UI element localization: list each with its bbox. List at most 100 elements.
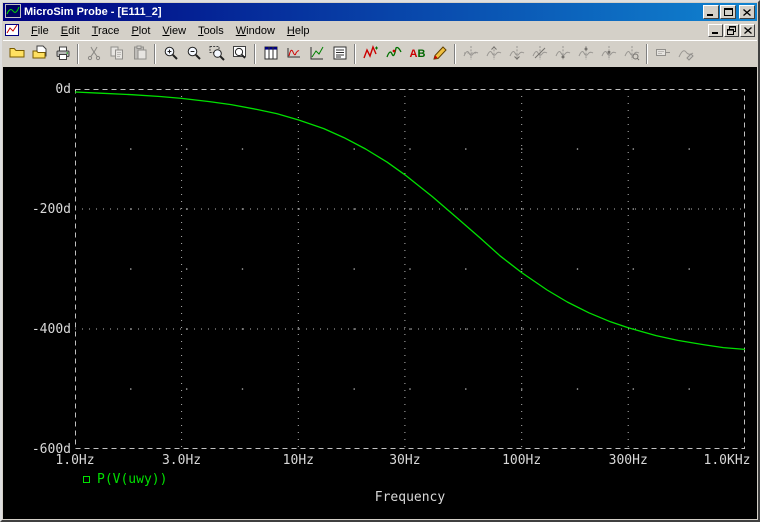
app-window: MicroSim Probe - [E111_2] File Edit Trac…	[0, 0, 760, 522]
columns-icon	[263, 45, 279, 64]
document-icon[interactable]	[5, 24, 22, 38]
open-file-icon	[32, 45, 48, 64]
toolbar-separator	[254, 44, 256, 64]
cursor-peak-icon	[486, 45, 502, 64]
zoom-fit-button[interactable]	[228, 43, 251, 65]
trace-marker-icon	[83, 476, 90, 483]
paste-button	[128, 43, 151, 65]
pencil-icon	[432, 45, 448, 64]
plot-client: P(V(uwy)) Frequency 0d -200d -400d -600d 1.0…	[3, 67, 757, 519]
menu-bar: File Edit Trace Plot View Tools Window H…	[3, 21, 757, 40]
open-file-button[interactable]	[28, 43, 51, 65]
x-tick-label: 3.0Hz	[161, 453, 202, 468]
menu-view[interactable]: View	[156, 23, 192, 39]
x-tick-label: 30Hz	[389, 453, 421, 468]
data-list-button[interactable]	[328, 43, 351, 65]
zoom-out-button[interactable]	[182, 43, 205, 65]
mdi-minimize-icon	[711, 32, 718, 34]
mark-voltage-button	[674, 43, 697, 65]
menu-edit[interactable]: Edit	[55, 23, 86, 39]
cursor-min-button	[551, 43, 574, 65]
text-label-button[interactable]: AB	[405, 43, 428, 65]
cursor-slope-icon	[532, 45, 548, 64]
mdi-minimize-button[interactable]	[708, 24, 723, 37]
cursor-peak-button	[482, 43, 505, 65]
cut-button	[82, 43, 105, 65]
zoom-in-button[interactable]	[159, 43, 182, 65]
menu-tools[interactable]: Tools	[192, 23, 230, 39]
toolbar-separator	[354, 44, 356, 64]
cursor-point-icon	[601, 45, 617, 64]
plot-columns-button[interactable]	[259, 43, 282, 65]
svg-text:A: A	[409, 48, 417, 60]
cursor-search-icon	[624, 45, 640, 64]
zoom-area-button[interactable]	[205, 43, 228, 65]
menu-plot[interactable]: Plot	[125, 23, 156, 39]
cursor-search-button	[620, 43, 643, 65]
app-icon	[5, 3, 21, 21]
cursor-slope-button	[528, 43, 551, 65]
menu-trace[interactable]: Trace	[86, 23, 126, 39]
y-tick-label: 0d	[55, 82, 71, 97]
eval-goal-function-button[interactable]	[382, 43, 405, 65]
zoom-fit-icon	[232, 45, 248, 64]
print-icon	[55, 45, 71, 64]
mdi-restore-icon	[727, 26, 736, 35]
fourier-button[interactable]	[282, 43, 305, 65]
minimize-icon	[707, 13, 713, 16]
cursor-max-button	[574, 43, 597, 65]
close-icon	[743, 8, 751, 16]
print-button[interactable]	[51, 43, 74, 65]
fourier-icon	[286, 45, 302, 64]
list-icon	[332, 45, 348, 64]
cursor-toggle-icon	[463, 45, 479, 64]
open-button[interactable]	[5, 43, 28, 65]
performance-analysis-button[interactable]	[305, 43, 328, 65]
x-tick-label: 1.0Hz	[55, 453, 95, 468]
zoom-in-icon	[163, 45, 179, 64]
trace-red-icon	[362, 44, 379, 64]
mdi-close-button[interactable]	[740, 24, 755, 37]
mdi-window-controls	[708, 24, 755, 37]
xy-icon	[309, 45, 325, 64]
window-controls	[703, 5, 755, 19]
cursor-point-button	[597, 43, 620, 65]
cursor-min-icon	[555, 45, 571, 64]
open-folder-icon	[9, 45, 25, 64]
maximize-button[interactable]	[720, 5, 736, 19]
x-tick-label: 10Hz	[282, 453, 314, 468]
mdi-close-icon	[743, 27, 752, 34]
svg-text:B: B	[417, 48, 425, 60]
phase-plot	[75, 89, 745, 449]
minimize-button[interactable]	[703, 5, 719, 19]
mark-point-button[interactable]	[428, 43, 451, 65]
x-axis-title: Frequency	[374, 490, 446, 505]
add-trace-button[interactable]	[359, 43, 382, 65]
tag-icon	[655, 45, 671, 64]
menu-window[interactable]: Window	[230, 23, 281, 39]
paste-icon	[132, 45, 148, 64]
mdi-restore-button[interactable]	[724, 24, 739, 37]
cursor-max-icon	[578, 45, 594, 64]
trace-legend[interactable]: P(V(uwy))	[83, 472, 167, 487]
toolbar-separator	[454, 44, 456, 64]
close-button[interactable]	[739, 5, 755, 19]
probe-mark-icon	[678, 45, 694, 64]
menu-file[interactable]: File	[25, 23, 55, 39]
zoom-out-icon	[186, 45, 202, 64]
toolbar-separator	[154, 44, 156, 64]
window-title: MicroSim Probe - [E111_2]	[24, 6, 162, 18]
toolbar: AB	[3, 40, 757, 67]
x-tick-label: 1.0KHz	[703, 453, 751, 468]
trace-goal-icon	[385, 45, 402, 64]
maximize-icon	[723, 8, 733, 16]
menu-help[interactable]: Help	[281, 23, 316, 39]
title-bar: MicroSim Probe - [E111_2]	[3, 3, 757, 21]
cut-icon	[86, 45, 102, 64]
label-point-button	[651, 43, 674, 65]
x-tick-label: 300Hz	[608, 453, 648, 468]
copy-icon	[109, 45, 125, 64]
toolbar-separator	[77, 44, 79, 64]
trace-legend-label: P(V(uwy))	[97, 472, 168, 487]
x-tick-label: 100Hz	[502, 453, 542, 468]
